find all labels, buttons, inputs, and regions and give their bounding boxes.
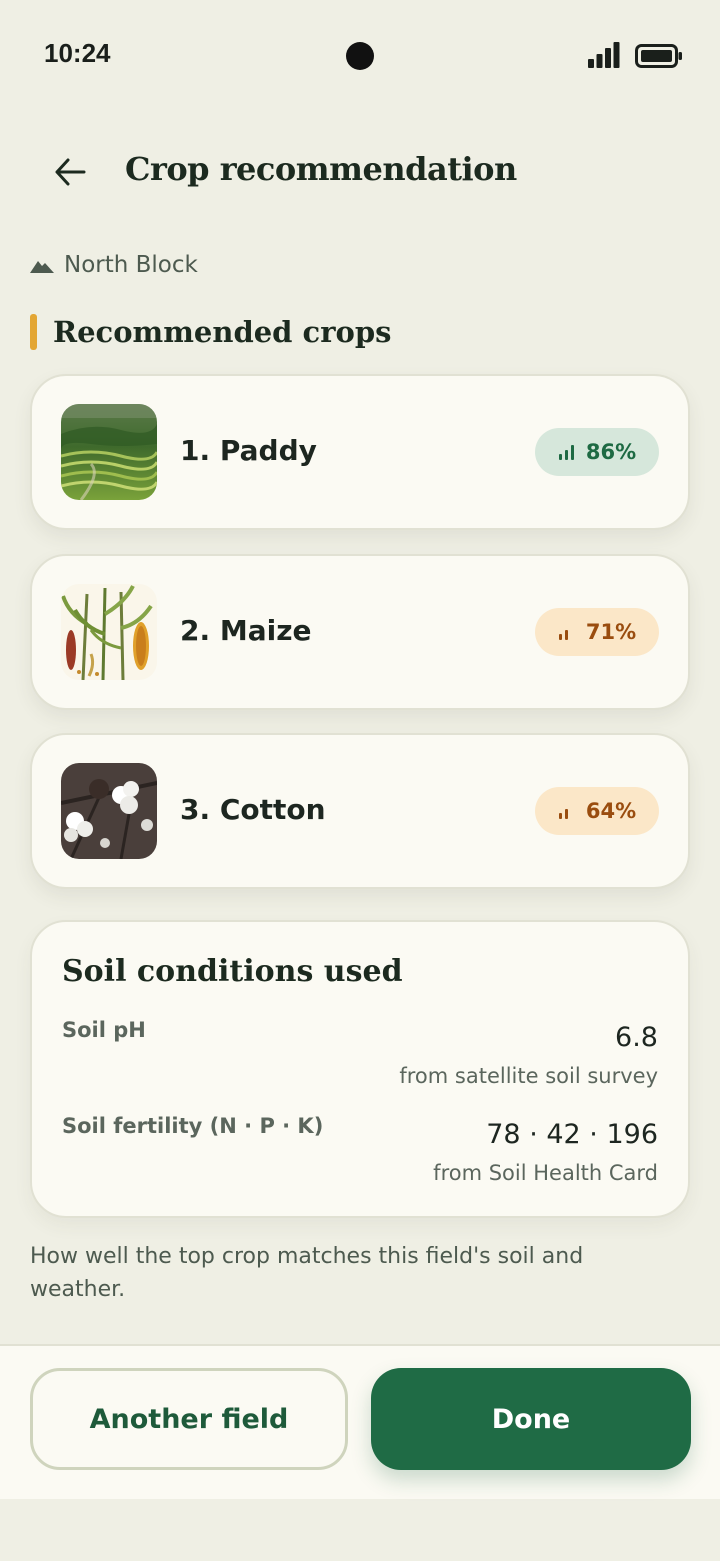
soil-fertility-label: Soil fertility (N · P · K)	[62, 1114, 324, 1138]
status-bar: 10:24	[0, 0, 720, 110]
section-accent-bar	[30, 314, 37, 350]
crop-card-maize[interactable]: 2. Maize 71%	[30, 554, 690, 710]
soil-conditions-card: Soil conditions used Soil pH 6.8 from sa…	[30, 920, 690, 1218]
match-score: 86%	[585, 440, 637, 464]
soil-fertility-source: from Soil Health Card	[433, 1161, 658, 1185]
signal-strength-medium-icon	[558, 630, 568, 640]
back-button[interactable]	[40, 146, 100, 198]
soil-card-title: Soil conditions used	[62, 954, 403, 989]
battery-icon	[635, 44, 682, 68]
cotton-image	[61, 763, 157, 859]
section-heading: Recommended crops	[30, 312, 391, 352]
camera-cutout	[346, 42, 374, 70]
done-button[interactable]: Done	[371, 1368, 691, 1470]
match-score-badge: 64%	[535, 787, 659, 835]
crop-name: 1. Paddy	[180, 434, 317, 467]
paddy-image	[61, 404, 157, 500]
field-name: North Block	[64, 252, 198, 278]
match-score: 64%	[585, 799, 637, 823]
match-score-badge: 86%	[535, 428, 659, 476]
match-score-badge: 71%	[535, 608, 659, 656]
soil-ph-value: 6.8	[615, 1022, 658, 1053]
arrow-left-icon	[55, 158, 86, 186]
signal-strength-high-icon	[558, 445, 574, 460]
footnote-text: How well the top crop matches this field…	[30, 1244, 584, 1302]
crop-card-cotton[interactable]: 3. Cotton 64%	[30, 733, 690, 889]
status-time: 10:24	[44, 38, 111, 68]
page-title: Crop recommendation	[125, 150, 517, 188]
bottom-action-bar: Another field Done	[0, 1344, 720, 1499]
crop-card-paddy[interactable]: 1. Paddy 86%	[30, 374, 690, 530]
match-score: 71%	[585, 620, 637, 644]
maize-image	[61, 584, 157, 680]
soil-fertility-value: 78 · 42 · 196	[486, 1119, 658, 1150]
soil-ph-label: Soil pH	[62, 1018, 146, 1042]
field-location: North Block	[30, 250, 198, 280]
soil-ph-source: from satellite soil survey	[399, 1064, 658, 1088]
section-title: Recommended crops	[53, 315, 392, 349]
signal-icon	[588, 42, 620, 68]
top-app-bar: Crop recommendation	[0, 140, 720, 204]
crop-name: 2. Maize	[180, 614, 312, 647]
crop-name: 3. Cotton	[180, 793, 326, 826]
another-field-button[interactable]: Another field	[30, 1368, 348, 1470]
mountain-icon	[30, 261, 54, 273]
signal-strength-medium-icon	[558, 809, 568, 819]
